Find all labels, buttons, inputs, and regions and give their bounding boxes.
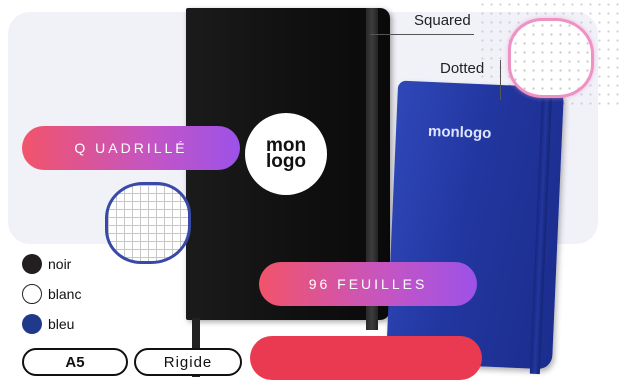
dotted-paper-sample-icon — [508, 18, 594, 98]
color-label-noir: noir — [48, 256, 72, 272]
color-option-blanc[interactable]: blanc — [22, 284, 81, 304]
size-tag: A5 — [22, 348, 128, 376]
color-label-blanc: blanc — [48, 286, 82, 302]
callout-dotted: Dotted — [440, 60, 485, 77]
callout-squared-line — [370, 34, 474, 35]
logo-text-line2: logo — [265, 151, 307, 172]
red-action-bar — [250, 336, 482, 380]
squared-paper-sample-icon — [105, 182, 191, 264]
color-label-bleu: bleu — [48, 316, 75, 332]
swatch-noir-icon — [22, 254, 42, 274]
color-option-bleu[interactable]: bleu — [22, 314, 74, 334]
blue-notebook-logo: monlogo — [427, 122, 492, 143]
pages-badge: 96 FEUILLES — [259, 262, 477, 306]
cover-tag: Rigide — [134, 348, 242, 376]
ruling-badge-label: Q UADRILLÉ — [74, 140, 188, 156]
ruling-badge: Q UADRILLÉ — [22, 126, 240, 170]
callout-squared: Squared — [414, 12, 471, 29]
size-tag-label: A5 — [65, 353, 85, 371]
mon-logo-badge: mon logo — [245, 113, 327, 195]
callout-dotted-line — [500, 60, 501, 100]
cover-tag-label: Rigide — [163, 353, 213, 371]
swatch-blanc-icon — [22, 284, 42, 304]
swatch-bleu-icon — [22, 314, 42, 334]
pages-badge-label: 96 FEUILLES — [308, 276, 428, 292]
color-option-noir[interactable]: noir — [22, 254, 71, 274]
